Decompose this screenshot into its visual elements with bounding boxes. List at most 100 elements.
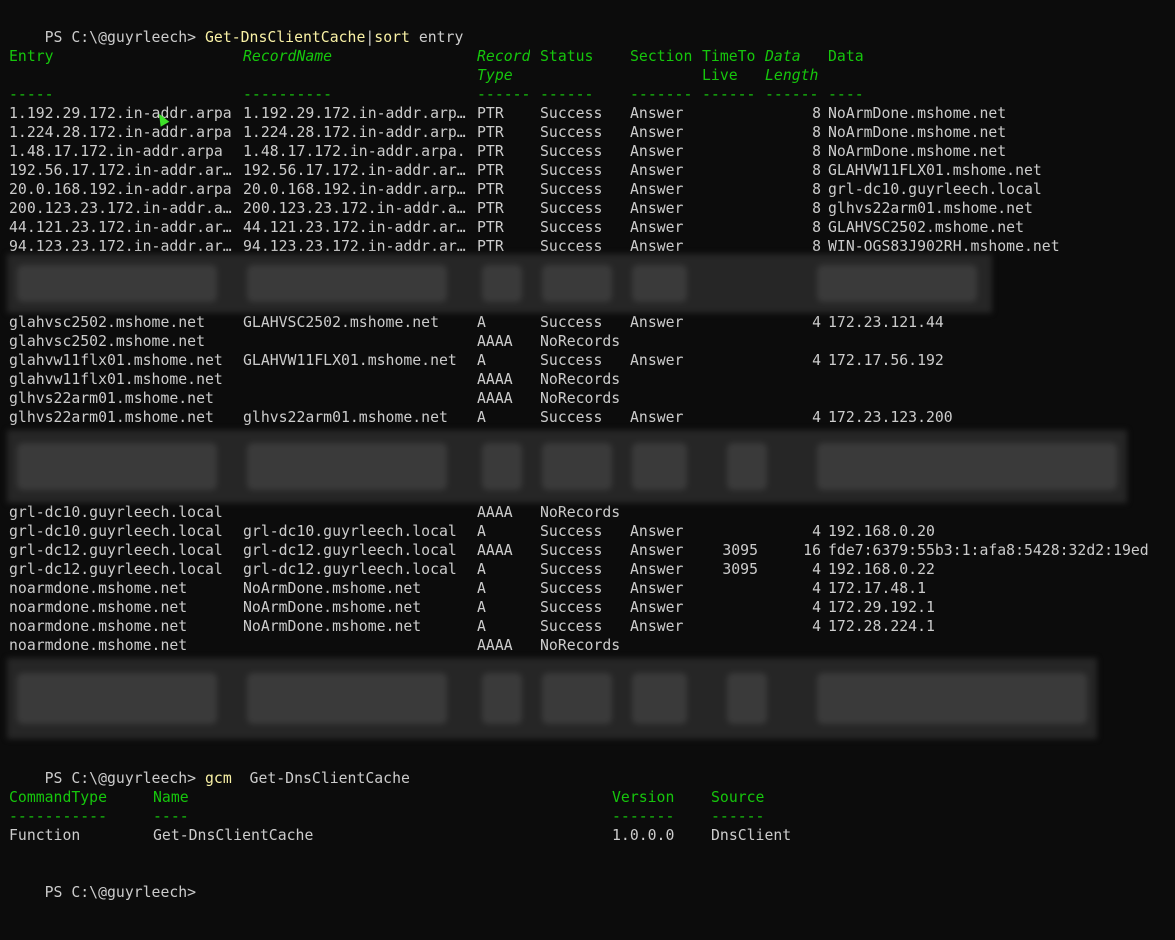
cell-dl: 8 (812, 105, 821, 122)
table-row: 1.224.28.172.in-addr.arpa 1.224.28.172.in… (9, 123, 1169, 142)
sep-status: ------ (540, 86, 594, 103)
cell-section: Answer (630, 314, 684, 331)
cell-status: Success (540, 523, 603, 540)
cell-recordname: grl-dc10.guyrleech.local (243, 523, 457, 540)
cell-type: A (477, 618, 486, 635)
cell-entry: grl-dc10.guyrleech.local (9, 523, 223, 540)
cell-type: A (477, 599, 486, 616)
cell-recordname: 200.123.23.172.in-addr.a… (243, 200, 466, 217)
cell-type: AAAA (477, 390, 513, 407)
cell-type: AAAA (477, 542, 513, 559)
cell-recordname: 1.224.28.172.in-addr.arp… (243, 124, 466, 141)
cell-recordname: grl-dc12.guyrleech.local (243, 542, 457, 559)
cell-data: NoArmDone.mshome.net (828, 143, 1007, 160)
cell-data: 172.29.192.1 (828, 599, 935, 616)
header-recordname: RecordName (243, 48, 333, 65)
gcm-version: 1.0.0.0 (612, 827, 675, 844)
dns-table-header: Entry RecordName Record Status Section T… (9, 47, 1169, 66)
table-row: glahvsc2502.mshome.net AAAA NoRecords (9, 332, 1169, 351)
cell-data: GLAHVW11FLX01.mshome.net (828, 162, 1042, 179)
cell-data: 172.17.48.1 (828, 580, 926, 597)
cell-section: Answer (630, 523, 684, 540)
sep-ttl: ------ (702, 86, 756, 103)
gcm-table-separator: ----------- ---- ------- ------ (9, 807, 1169, 826)
cell-dl: 8 (812, 162, 821, 179)
gcm-table-header: CommandType Name Version Source (9, 788, 1169, 807)
sep-dl: ------ (765, 86, 819, 103)
cell-data: 192.168.0.22 (828, 561, 935, 578)
cell-entry: 192.56.17.172.in-addr.ar… (9, 162, 232, 179)
cell-data: grl-dc10.guyrleech.local (828, 181, 1042, 198)
cell-entry: noarmdone.mshome.net (9, 618, 188, 635)
redacted-region-1 (7, 254, 992, 313)
command-gcm: gcm (205, 770, 232, 787)
table-row: glhvs22arm01.mshome.net glhvs22arm01.msho… (9, 408, 1169, 427)
cell-status: Success (540, 352, 603, 369)
cell-recordname: 1.48.17.172.in-addr.arpa. (243, 143, 466, 160)
command-line-3[interactable]: PS C:\@guyrleech> (9, 864, 205, 901)
gcm-sep-name: ---- (153, 808, 189, 825)
table-row: grl-dc10.guyrleech.local grl-dc10.guyrlee… (9, 522, 1169, 541)
cell-data: GLAHVSC2502.mshome.net (828, 219, 1024, 236)
cell-entry: 1.192.29.172.in-addr.arpa (9, 105, 232, 122)
prompt: PS C:\@guyrleech> (44, 29, 205, 46)
cell-type: AAAA (477, 371, 513, 388)
cell-data: 172.23.121.44 (828, 314, 944, 331)
command-pipe: | (365, 29, 375, 46)
cell-dl: 8 (812, 143, 821, 160)
cell-data: glhvs22arm01.mshome.net (828, 200, 1033, 217)
cell-dl: 8 (812, 181, 821, 198)
cell-recordname: 20.0.168.192.in-addr.arp… (243, 181, 466, 198)
cell-section: Answer (630, 542, 684, 559)
redacted-region-3 (7, 658, 1097, 739)
cell-status: NoRecords (540, 504, 621, 521)
table-row: noarmdone.mshome.net NoArmDone.mshome.net… (9, 579, 1169, 598)
header-data-length: Data (765, 48, 801, 65)
table-row: grl-dc10.guyrleech.local AAAA NoRecords (9, 503, 1169, 522)
command-args: entry (409, 29, 464, 46)
cell-status: Success (540, 143, 603, 160)
cell-section: Answer (630, 181, 684, 198)
cell-status: Success (540, 219, 603, 236)
cell-entry: 200.123.23.172.in-addr.a… (9, 200, 232, 217)
cell-recordname: GLAHVSC2502.mshome.net (243, 314, 439, 331)
header-data-length-2: Length (765, 67, 819, 84)
command-sort: sort (374, 29, 410, 46)
cell-entry: grl-dc12.guyrleech.local (9, 561, 223, 578)
gcm-header-version: Version (612, 789, 675, 806)
sep-section: ------- (630, 86, 693, 103)
cell-type: AAAA (477, 333, 513, 350)
header-record-type: Record (477, 48, 531, 65)
cell-section: Answer (630, 143, 684, 160)
cell-entry: noarmdone.mshome.net (9, 599, 188, 616)
cell-recordname: 1.192.29.172.in-addr.arp… (243, 105, 466, 122)
cell-entry: glhvs22arm01.mshome.net (9, 409, 214, 426)
cell-dl: 4 (812, 409, 821, 426)
gcm-sep-source: ------ (711, 808, 765, 825)
cell-entry: glhvs22arm01.mshome.net (9, 390, 214, 407)
gcm-sep-commandtype: ----------- (9, 808, 107, 825)
gcm-header-commandtype: CommandType (9, 789, 107, 806)
cell-section: Answer (630, 105, 684, 122)
table-row: noarmdone.mshome.net NoArmDone.mshome.net… (9, 617, 1169, 636)
cell-section: Answer (630, 162, 684, 179)
cell-type: A (477, 352, 486, 369)
cell-status: Success (540, 105, 603, 122)
cell-status: Success (540, 599, 603, 616)
sep-data: ---- (828, 86, 864, 103)
cell-status: Success (540, 561, 603, 578)
header-entry: Entry (9, 48, 54, 65)
cell-type: AAAA (477, 637, 513, 654)
cell-dl: 4 (812, 352, 821, 369)
table-row: glahvw11flx01.mshome.net GLAHVW11FLX01.ms… (9, 351, 1169, 370)
cell-section: Answer (630, 124, 684, 141)
cell-status: Success (540, 314, 603, 331)
gcm-name: Get-DnsClientCache (153, 827, 314, 844)
cell-status: Success (540, 200, 603, 217)
cell-recordname: NoArmDone.mshome.net (243, 618, 422, 635)
header-record-type-2: Type (477, 67, 513, 84)
cell-type: A (477, 409, 486, 426)
cell-dl: 4 (812, 561, 821, 578)
cell-type: PTR (477, 181, 504, 198)
cell-recordname: 192.56.17.172.in-addr.ar… (243, 162, 466, 179)
